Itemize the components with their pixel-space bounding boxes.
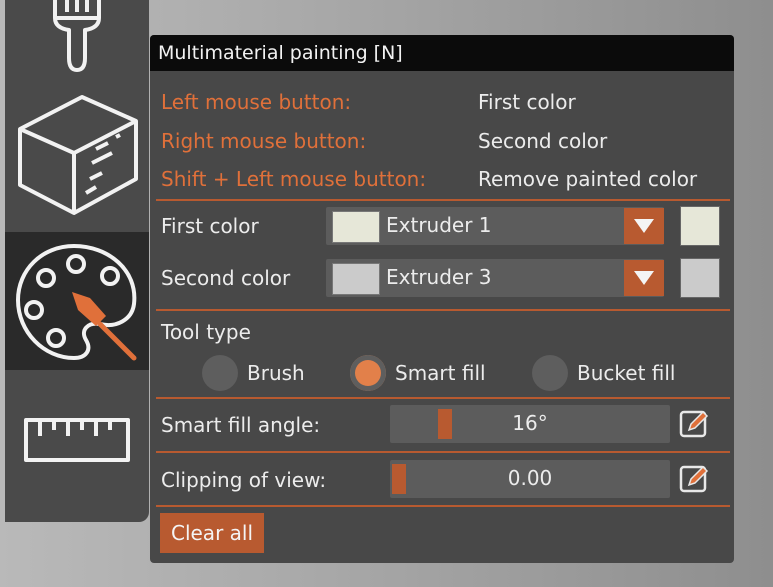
bucket-fill-radio[interactable]	[532, 355, 568, 391]
ruler-icon	[24, 418, 130, 462]
smart-fill-radio-label[interactable]: Smart fill	[395, 360, 486, 386]
divider	[156, 451, 730, 453]
pencil-icon	[679, 410, 709, 438]
divider	[156, 199, 730, 201]
measure-tool[interactable]	[5, 400, 149, 480]
help-key-left: Left mouse button:	[161, 90, 352, 114]
left-toolbar	[5, 0, 149, 522]
smart-fill-angle-slider[interactable]: 16°	[390, 405, 670, 443]
cube-icon	[18, 95, 138, 215]
help-key-right: Right mouse button:	[161, 129, 367, 153]
second-color-combo[interactable]: Extruder 3	[326, 259, 664, 297]
edit-angle-button[interactable]	[678, 407, 712, 441]
tool-type-label: Tool type	[161, 320, 251, 344]
help-action-shift: Remove painted color	[478, 167, 698, 191]
clipping-label: Clipping of view:	[161, 468, 327, 492]
first-color-picker[interactable]	[680, 206, 720, 246]
first-color-value: Extruder 1	[386, 213, 492, 237]
second-color-picker[interactable]	[680, 258, 720, 298]
pencil-icon	[679, 465, 709, 493]
help-action-left: First color	[478, 90, 576, 114]
smart-fill-radio[interactable]	[350, 355, 386, 391]
edit-clipping-button[interactable]	[678, 462, 712, 496]
cube-tool[interactable]	[5, 86, 149, 222]
paint-brush-tool[interactable]	[5, 0, 149, 76]
help-action-right: Second color	[478, 129, 608, 153]
help-key-shift: Shift + Left mouse button:	[161, 167, 427, 191]
first-color-swatch	[332, 211, 380, 243]
divider	[156, 505, 730, 507]
paint-brush-icon	[53, 0, 101, 72]
brush-radio-label[interactable]: Brush	[247, 360, 305, 386]
first-color-combo[interactable]: Extruder 1	[326, 207, 664, 245]
multimaterial-painting-panel: Multimaterial painting [N] Left mouse bu…	[150, 35, 734, 563]
divider	[156, 397, 730, 399]
dropdown-arrow-icon[interactable]	[624, 208, 664, 244]
divider	[156, 309, 730, 311]
clipping-value: 0.00	[507, 466, 553, 490]
second-color-value: Extruder 3	[386, 265, 492, 289]
second-color-label: Second color	[161, 266, 291, 290]
first-color-label: First color	[161, 214, 259, 238]
multimaterial-paint-tool[interactable]	[5, 232, 149, 370]
clear-all-button[interactable]: Clear all	[160, 513, 264, 553]
brush-radio[interactable]	[202, 355, 238, 391]
palette-icon	[15, 243, 137, 361]
panel-title: Multimaterial painting [N]	[150, 35, 734, 71]
smart-fill-angle-value: 16°	[512, 411, 548, 435]
clipping-slider[interactable]: 0.00	[390, 460, 670, 498]
dropdown-arrow-icon[interactable]	[624, 260, 664, 296]
bucket-fill-radio-label[interactable]: Bucket fill	[577, 360, 675, 386]
second-color-swatch	[332, 263, 380, 295]
smart-fill-angle-label: Smart fill angle:	[161, 413, 321, 437]
